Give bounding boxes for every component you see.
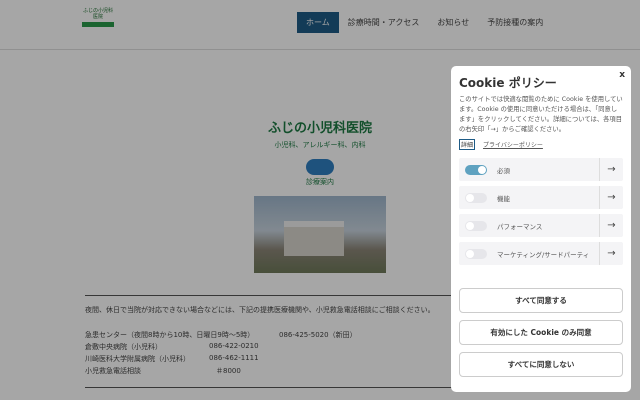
cookie-category-functional: 機能 → <box>459 186 623 209</box>
cookie-category-marketing: マーケティング/サードパーティ → <box>459 242 623 265</box>
close-icon[interactable]: x <box>619 70 625 80</box>
cookie-description: このサイトでは快適な閲覧のために Cookie を使用しています。Cookie … <box>459 96 623 133</box>
arrow-right-icon[interactable]: → <box>599 186 623 209</box>
cookie-title: Cookie ポリシー <box>459 76 557 90</box>
category-label: マーケティング/サードパーティ <box>497 250 590 259</box>
toggle-functional[interactable] <box>465 192 487 203</box>
arrow-right-icon[interactable]: → <box>599 158 623 181</box>
cookie-policy-panel: Cookie ポリシー x このサイトでは快適な閲覧のために Cookie を使… <box>451 66 631 392</box>
arrow-right-icon[interactable]: → <box>599 214 623 237</box>
privacy-policy-link[interactable]: プライバシーポリシー <box>483 140 543 149</box>
toggle-performance[interactable] <box>465 220 487 231</box>
cookie-category-performance: パフォーマンス → <box>459 214 623 237</box>
accept-all-button[interactable]: すべて同意する <box>459 288 623 313</box>
arrow-right-icon[interactable]: → <box>599 242 623 265</box>
accept-selected-button[interactable]: 有効にした Cookie のみ同意 <box>459 320 623 345</box>
category-label: 必須 <box>497 166 510 175</box>
reject-all-button[interactable]: すべてに同意しない <box>459 352 623 377</box>
details-link[interactable]: 詳細 <box>459 139 476 150</box>
category-label: パフォーマンス <box>497 222 543 231</box>
toggle-marketing[interactable] <box>465 248 487 259</box>
category-label: 機能 <box>497 194 510 203</box>
cookie-category-required: 必須 → <box>459 158 623 181</box>
toggle-required[interactable] <box>465 164 487 175</box>
